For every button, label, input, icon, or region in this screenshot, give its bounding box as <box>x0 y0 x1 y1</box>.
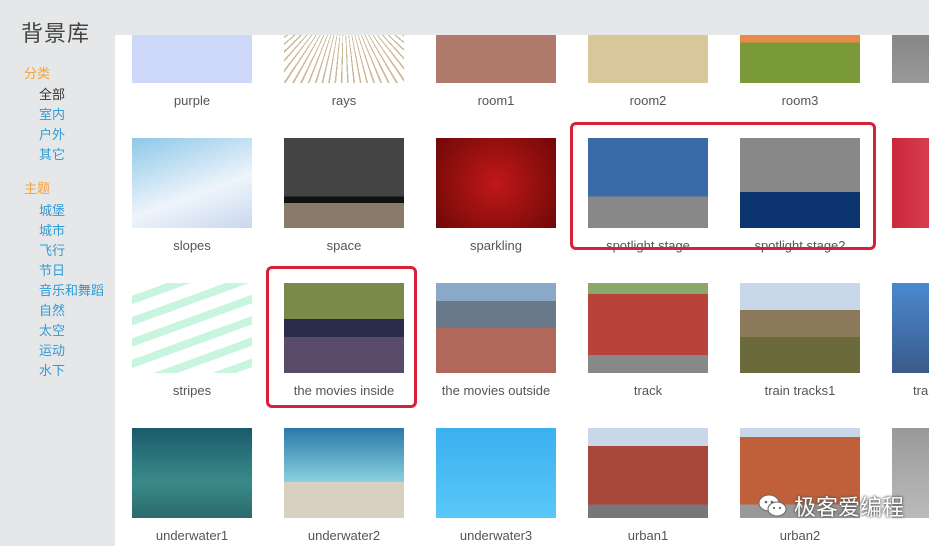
backdrop-label: stripes <box>172 383 212 398</box>
backdrop-thumbnail[interactable] <box>892 283 929 373</box>
backdrop-thumbnail[interactable] <box>284 35 404 83</box>
backdrop-item[interactable]: train tracks1 <box>740 283 860 398</box>
backdrop-label: purple <box>173 93 211 108</box>
backdrop-thumbnail[interactable] <box>436 35 556 83</box>
backdrop-item[interactable]: underwater3 <box>436 428 556 543</box>
backdrop-item[interactable]: purple <box>132 35 252 108</box>
backdrop-thumbnail[interactable] <box>284 283 404 373</box>
backdrop-thumbnail[interactable] <box>132 35 252 83</box>
page-title: 背景库 <box>21 21 91 46</box>
watermark-text: 极客爱编程 <box>794 495 905 520</box>
backdrop-thumbnail[interactable] <box>436 428 556 518</box>
sidebar-theme-item[interactable]: 城堡 <box>39 200 65 219</box>
backdrop-item[interactable]: underwater1 <box>132 428 252 543</box>
backdrop-label: spotlight stage <box>606 238 690 253</box>
backdrop-label: room3 <box>781 93 819 108</box>
backdrop-item[interactable]: track <box>588 283 708 398</box>
backdrop-thumbnail[interactable] <box>436 283 556 373</box>
backdrop-thumbnail[interactable] <box>284 138 404 228</box>
sidebar-category-item[interactable]: 全部 <box>39 84 65 103</box>
backdrop-thumbnail[interactable] <box>588 283 708 373</box>
backdrop-thumbnail[interactable] <box>588 428 708 518</box>
sidebar-theme-item[interactable]: 音乐和舞蹈 <box>39 280 104 299</box>
backdrop-item[interactable]: underwater2 <box>284 428 404 543</box>
backdrop-item[interactable]: urban1 <box>588 428 708 543</box>
sidebar-theme-item[interactable]: 节日 <box>39 260 65 279</box>
sidebar-theme-item[interactable]: 城市 <box>39 220 65 239</box>
backdrop-thumbnail[interactable] <box>740 138 860 228</box>
sidebar-category-item[interactable]: 户外 <box>39 124 65 143</box>
backdrop-item[interactable]: room2 <box>588 35 708 108</box>
backdrop-label: urban2 <box>779 528 821 543</box>
sidebar-theme-item[interactable]: 运动 <box>39 340 65 359</box>
backdrop-item[interactable]: the movies inside <box>284 283 404 398</box>
backdrop-thumbnail[interactable] <box>588 35 708 83</box>
backdrop-item[interactable]: room1 <box>436 35 556 108</box>
backdrop-thumbnail[interactable] <box>892 138 929 228</box>
backdrop-label: rays <box>331 93 357 108</box>
backdrop-grid[interactable]: purple rays room1 room2 room3 slopes space spar… <box>115 35 929 546</box>
sidebar-theme-item[interactable]: 太空 <box>39 320 65 339</box>
backdrop-thumbnail[interactable] <box>132 428 252 518</box>
backdrop-item[interactable]: slopes <box>132 138 252 253</box>
backdrop-item[interactable]: room3 <box>740 35 860 108</box>
backdrop-label: tra <box>913 383 929 398</box>
sidebar-category-item[interactable]: 室内 <box>39 104 65 123</box>
backdrop-item[interactable]: sparkling <box>436 138 556 253</box>
backdrop-label: track <box>633 383 663 398</box>
backdrop-thumbnail[interactable] <box>284 428 404 518</box>
backdrop-label: train tracks1 <box>764 383 836 398</box>
backdrop-item[interactable]: spotlight stage <box>588 138 708 253</box>
backdrop-thumbnail[interactable] <box>588 138 708 228</box>
backdrop-item[interactable]: tra <box>892 283 929 398</box>
backdrop-label: slopes <box>173 238 211 253</box>
category-heading: 分类 <box>24 66 51 81</box>
watermark: 极客爱编程 <box>758 490 904 522</box>
backdrop-thumbnail[interactable] <box>740 35 860 83</box>
sidebar-theme-item[interactable]: 自然 <box>39 300 65 319</box>
backdrop-thumbnail[interactable] <box>740 283 860 373</box>
backdrop-item[interactable]: spotlight stage2 <box>740 138 860 253</box>
backdrop-label: underwater1 <box>155 528 229 543</box>
backdrop-item[interactable]: stripes <box>132 283 252 398</box>
backdrop-label: urban1 <box>627 528 669 543</box>
backdrop-item[interactable] <box>892 138 929 228</box>
backdrop-thumbnail[interactable] <box>132 138 252 228</box>
backdrop-thumbnail[interactable] <box>892 35 929 83</box>
backdrop-label: room2 <box>629 93 667 108</box>
backdrop-label: underwater2 <box>307 528 381 543</box>
backdrop-item[interactable] <box>892 35 929 83</box>
backdrop-item[interactable]: space <box>284 138 404 253</box>
backdrop-label: spotlight stage2 <box>754 238 846 253</box>
backdrop-label: the movies inside <box>293 383 395 398</box>
backdrop-thumbnail[interactable] <box>132 283 252 373</box>
backdrop-label: space <box>326 238 362 253</box>
backdrop-label: underwater3 <box>459 528 533 543</box>
wechat-icon <box>758 494 787 517</box>
backdrop-item[interactable]: rays <box>284 35 404 108</box>
backdrop-item[interactable]: the movies outside <box>436 283 556 398</box>
backdrop-label: the movies outside <box>441 383 551 398</box>
sidebar-theme-item[interactable]: 水下 <box>39 360 65 379</box>
backdrop-thumbnail[interactable] <box>436 138 556 228</box>
sidebar-theme-item[interactable]: 飞行 <box>39 240 65 259</box>
theme-heading: 主题 <box>24 181 51 196</box>
backdrop-label: sparkling <box>469 238 523 253</box>
sidebar-category-item[interactable]: 其它 <box>39 144 65 163</box>
backdrop-label: room1 <box>477 93 515 108</box>
